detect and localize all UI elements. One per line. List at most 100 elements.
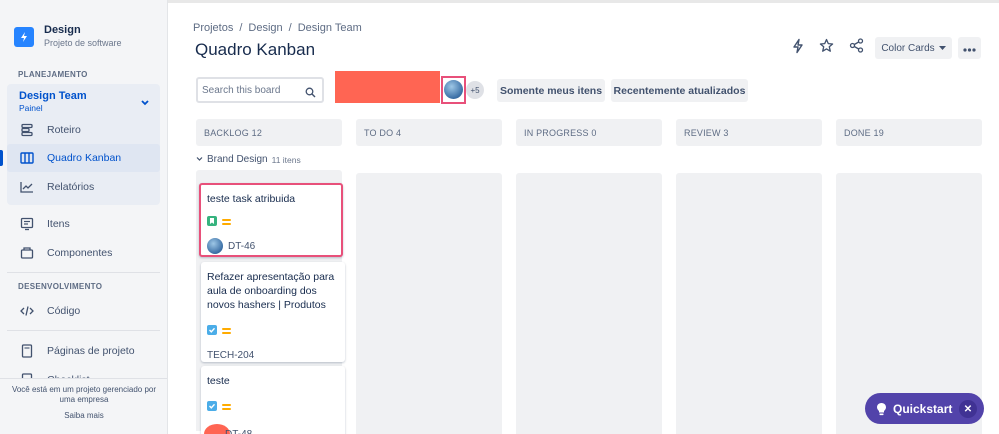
column-count: 12: [251, 127, 263, 138]
roadmap-icon: [19, 122, 35, 138]
team-name: Design Team: [19, 90, 87, 102]
chevron-down-icon[interactable]: [140, 94, 150, 112]
issue-card[interactable]: teste task atribuida DT-46: [199, 183, 343, 257]
sidebar-item-reports[interactable]: Relatórios: [7, 173, 160, 201]
column-name: TO DO: [364, 127, 394, 138]
card-title: Refazer apresentação para aula de onboar…: [207, 271, 335, 311]
automation-button[interactable]: [787, 37, 809, 59]
section-label-development: DESENVOLVIMENTO: [18, 282, 103, 291]
sidebar: Design Projeto de software PLANEJAMENTO …: [0, 0, 168, 434]
components-icon: [19, 245, 35, 261]
sidebar-item-project-pages[interactable]: Páginas de projeto: [7, 337, 160, 365]
project-header[interactable]: Design Projeto de software: [14, 24, 122, 48]
team-subtitle: Painel: [19, 103, 43, 113]
project-type: Projeto de software: [44, 38, 122, 48]
user-avatar-filter[interactable]: [441, 76, 466, 104]
issue-card[interactable]: teste DT-48: [201, 366, 345, 434]
sidebar-item-label: Páginas de projeto: [47, 345, 135, 357]
team-selector[interactable]: Design Team Painel: [19, 90, 87, 113]
filter-recently-updated[interactable]: Recentemente atualizados: [611, 79, 748, 102]
sidebar-item-issues[interactable]: Itens: [7, 210, 160, 238]
learn-more-link[interactable]: Saiba mais: [0, 411, 167, 420]
breadcrumb: Projetos / Design / Design Team: [193, 22, 362, 34]
search-icon[interactable]: [305, 85, 316, 103]
issue-card[interactable]: Refazer apresentação para aula de onboar…: [201, 262, 345, 362]
share-button[interactable]: [845, 37, 867, 59]
reports-icon: [19, 179, 35, 195]
breadcrumb-separator: /: [288, 22, 292, 34]
priority-medium-icon: [222, 404, 231, 410]
chevron-down-icon: [196, 154, 203, 165]
more-actions-button[interactable]: [958, 37, 981, 59]
top-strip: [168, 0, 999, 3]
board-icon: [19, 150, 35, 166]
code-icon: [19, 303, 35, 319]
sidebar-item-components[interactable]: Componentes: [7, 239, 160, 267]
search-box: [196, 77, 324, 103]
card-title: teste task atribuida: [207, 193, 296, 205]
story-icon: [207, 213, 217, 231]
column-header-backlog: BACKLOG 12: [196, 119, 342, 146]
quickstart-label: Quickstart: [893, 401, 953, 416]
quickstart-button[interactable]: Quickstart ✕: [865, 393, 984, 424]
more-icon: [963, 39, 976, 57]
issue-key[interactable]: TECH-204: [207, 350, 339, 361]
card-footer: DT-46: [207, 238, 335, 254]
sidebar-item-label: Itens: [47, 218, 70, 230]
card-title: teste: [207, 375, 230, 387]
swimlane-name: Brand Design: [207, 154, 268, 165]
column-body-todo: [356, 173, 502, 434]
column-name: BACKLOG: [204, 127, 249, 138]
issue-key[interactable]: DT-48: [225, 429, 252, 434]
card-meta: [207, 398, 339, 416]
column-header-review: REVIEW 3: [676, 119, 822, 146]
sidebar-item-roadmap[interactable]: Roteiro: [7, 116, 160, 144]
priority-medium-icon: [222, 328, 231, 334]
issues-icon: [19, 216, 35, 232]
star-button[interactable]: [815, 37, 837, 59]
column-header-done: DONE 19: [836, 119, 982, 146]
avatar: [444, 80, 463, 99]
close-icon[interactable]: ✕: [959, 400, 977, 418]
column-count: 19: [873, 127, 884, 138]
card-meta: [207, 213, 335, 231]
assignee-avatar[interactable]: [207, 238, 223, 254]
swimlane-header[interactable]: Brand Design 11 itens: [196, 154, 301, 165]
share-icon: [849, 38, 864, 58]
column-name: IN PROGRESS: [524, 127, 589, 138]
sidebar-item-kanban-board[interactable]: Quadro Kanban: [7, 144, 160, 172]
breadcrumb-projects[interactable]: Projetos: [193, 22, 233, 34]
column-count: 4: [396, 127, 402, 138]
project-name: Design: [44, 24, 81, 36]
issue-key[interactable]: DT-46: [228, 241, 255, 252]
lightbulb-icon: [876, 402, 887, 416]
column-body-review: [676, 173, 822, 434]
divider: [7, 330, 160, 331]
column-header-todo: TO DO 4: [356, 119, 502, 146]
lightning-icon: [791, 38, 805, 59]
sidebar-item-label: Quadro Kanban: [47, 152, 122, 164]
page-icon: [19, 343, 35, 359]
color-cards-dropdown[interactable]: Color Cards: [875, 37, 952, 59]
column-header-in-progress: IN PROGRESS 0: [516, 119, 662, 146]
section-label-planning: PLANEJAMENTO: [18, 70, 88, 79]
column-body-in-progress: [516, 173, 662, 434]
project-icon: [14, 27, 34, 47]
sidebar-item-code[interactable]: Código: [7, 297, 160, 325]
task-icon: [207, 398, 217, 416]
filter-only-my-issues[interactable]: Somente meus itens: [497, 79, 605, 102]
more-users-badge[interactable]: +5: [466, 81, 484, 99]
breadcrumb-design[interactable]: Design: [248, 22, 282, 34]
breadcrumb-separator: /: [239, 22, 243, 34]
managed-text: Você está em um projeto gerenciado por u…: [11, 385, 157, 404]
sidebar-item-label: Código: [47, 305, 81, 317]
color-cards-label: Color Cards: [881, 42, 935, 54]
breadcrumb-team[interactable]: Design Team: [298, 22, 362, 34]
search-input[interactable]: [202, 84, 302, 96]
column-name: REVIEW: [684, 127, 721, 138]
redacted-area: [335, 71, 440, 103]
active-indicator: [0, 150, 3, 166]
card-meta: [207, 322, 339, 340]
column-count: 0: [591, 127, 597, 138]
divider: [7, 272, 160, 273]
